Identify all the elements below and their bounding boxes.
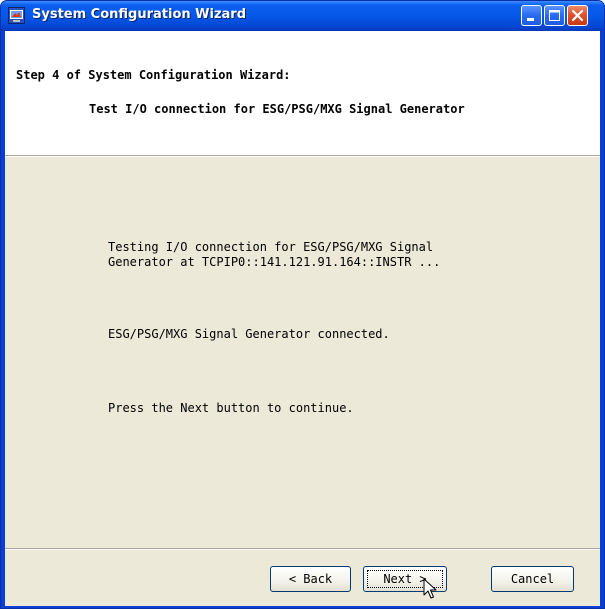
testing-message: Testing I/O connection for ESG/PSG/MXG S… xyxy=(108,240,441,269)
connected-message: ESG/PSG/MXG Signal Generator connected. xyxy=(108,327,390,341)
instruction-message: Press the Next button to continue. xyxy=(108,401,354,415)
wizard-app-icon xyxy=(8,7,25,24)
maximize-icon xyxy=(549,10,560,21)
close-button[interactable] xyxy=(567,5,588,26)
mouse-pointer-icon xyxy=(423,578,437,599)
back-button[interactable]: < Back xyxy=(270,566,351,592)
cancel-button[interactable]: Cancel xyxy=(491,566,574,592)
maximize-button[interactable] xyxy=(544,5,565,26)
close-icon xyxy=(571,9,584,22)
window-title: System Configuration Wizard xyxy=(32,7,247,22)
minimize-icon xyxy=(527,18,534,21)
minimize-button[interactable] xyxy=(521,5,542,26)
wizard-window: System Configuration Wizard Step 4 of Sy… xyxy=(0,0,605,609)
dialog-body: Step 4 of System Configuration Wizard: T… xyxy=(5,31,600,606)
footer-divider-highlight xyxy=(5,549,600,550)
title-bar[interactable]: System Configuration Wizard xyxy=(1,1,604,31)
step-subtitle: Test I/O connection for ESG/PSG/MXG Sign… xyxy=(89,102,465,116)
step-title: Step 4 of System Configuration Wizard: xyxy=(16,68,291,82)
header-divider xyxy=(5,156,600,157)
wizard-header: Step 4 of System Configuration Wizard: T… xyxy=(5,31,600,156)
